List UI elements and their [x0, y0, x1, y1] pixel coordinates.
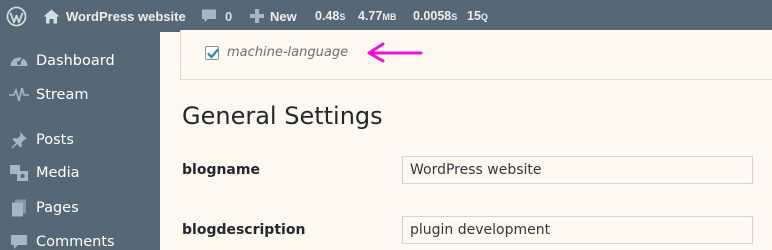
- stat-queries[interactable]: 15Q: [467, 0, 488, 32]
- admin-sidebar: Dashboard Stream Posts Media Pages Comme…: [0, 32, 160, 250]
- stat-unit: S: [451, 12, 458, 22]
- blogname-label: blogname: [182, 162, 260, 178]
- stat-value: 4.77: [358, 9, 383, 23]
- stat-unit: S: [339, 12, 346, 22]
- new-label: New: [270, 8, 297, 24]
- sidebar-item-label: Dashboard: [36, 53, 115, 69]
- comments-link[interactable]: 0: [201, 0, 232, 32]
- sidebar-item-posts[interactable]: Posts: [0, 123, 160, 157]
- home-icon: [43, 9, 60, 24]
- sidebar-item-comments[interactable]: Comments: [0, 225, 160, 250]
- sidebar-item-label: Posts: [36, 132, 74, 148]
- stat-unit: Q: [480, 12, 488, 22]
- site-name-link[interactable]: WordPress website: [43, 0, 186, 32]
- page-title: General Settings: [182, 102, 383, 130]
- new-content-button[interactable]: New: [250, 0, 297, 32]
- media-icon: [9, 163, 29, 183]
- blogname-input[interactable]: [402, 156, 753, 184]
- stat-load-time[interactable]: 0.48S: [315, 0, 345, 32]
- arrow-annotation-icon: [367, 42, 423, 63]
- stream-icon: [9, 85, 29, 105]
- sidebar-item-label: Comments: [36, 234, 115, 250]
- wordpress-logo-button[interactable]: [6, 0, 27, 32]
- pin-icon: [9, 130, 29, 150]
- plus-icon: [250, 9, 264, 23]
- wordpress-logo-icon: [6, 6, 27, 27]
- stat-unit: MB: [382, 12, 397, 22]
- stat-value: 0.48: [315, 9, 340, 23]
- dashboard-icon: [9, 51, 29, 71]
- comment-bubble-icon: [201, 8, 217, 24]
- stat-value: 0.0058: [413, 9, 452, 23]
- site-name: WordPress website: [66, 8, 186, 24]
- blogdescription-label: blogdescription: [182, 222, 306, 238]
- sidebar-item-label: Stream: [36, 87, 89, 103]
- comments-icon: [9, 232, 29, 250]
- stat-memory[interactable]: 4.77MB: [358, 0, 396, 32]
- checkbox-label: machine-language: [227, 45, 349, 60]
- sidebar-item-label: Media: [36, 165, 80, 181]
- sidebar-item-stream[interactable]: Stream: [0, 78, 160, 112]
- pages-icon: [9, 198, 29, 218]
- stat-query-time[interactable]: 0.0058S: [413, 0, 457, 32]
- blogdescription-input[interactable]: [402, 216, 753, 244]
- sidebar-item-dashboard[interactable]: Dashboard: [0, 44, 160, 78]
- sidebar-item-media[interactable]: Media: [0, 156, 160, 190]
- admin-bar: WordPress website 0 New 0.48S 4.77MB 0.0…: [0, 0, 772, 32]
- main-content: machine-language General Settings blogna…: [160, 30, 772, 250]
- sidebar-item-label: Pages: [36, 200, 79, 216]
- comments-count: 0: [225, 8, 233, 24]
- sidebar-item-pages[interactable]: Pages: [0, 191, 160, 225]
- machine-language-checkbox[interactable]: [205, 46, 219, 60]
- settings-notice: machine-language: [180, 30, 772, 80]
- stat-value: 15: [467, 9, 481, 23]
